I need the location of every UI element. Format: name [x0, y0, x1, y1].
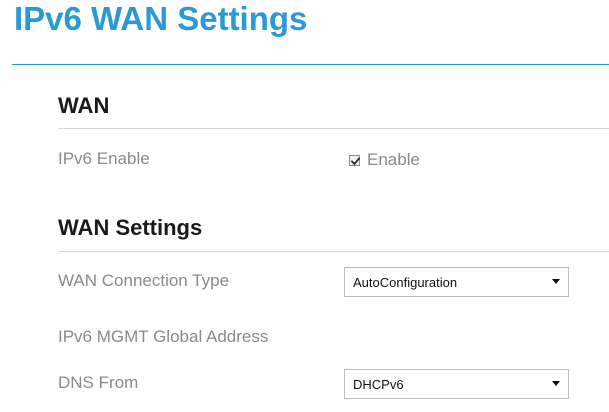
- ipv6-enable-checkbox[interactable]: [349, 154, 361, 166]
- chevron-down-icon: [552, 381, 560, 386]
- title-divider: [12, 64, 609, 65]
- section-divider-wan-settings: [58, 251, 609, 252]
- chevron-down-icon: [552, 279, 560, 284]
- ipv6-enable-checkbox-label[interactable]: Enable: [367, 150, 420, 170]
- dns-from-value: DHCPv6: [353, 376, 404, 392]
- ipv6-enable-checkbox-row[interactable]: Enable: [349, 150, 420, 170]
- section-divider-wan: [58, 128, 609, 129]
- checkmark-icon: [350, 156, 361, 165]
- wan-connection-type-label: WAN Connection Type: [58, 271, 230, 290]
- dns-from-label: DNS From: [58, 373, 139, 392]
- page-title: IPv6 WAN Settings: [14, 0, 308, 37]
- section-heading-wan: WAN: [58, 93, 110, 118]
- ipv6-enable-label: IPv6 Enable: [58, 149, 150, 168]
- dns-from-select[interactable]: DHCPv6: [344, 369, 569, 399]
- wan-connection-type-value: AutoConfiguration: [353, 274, 458, 290]
- section-heading-wan-settings: WAN Settings: [58, 215, 203, 240]
- wan-connection-type-select[interactable]: AutoConfiguration: [344, 267, 569, 297]
- ipv6-mgmt-global-address-label: IPv6 MGMT Global Address: [58, 327, 269, 346]
